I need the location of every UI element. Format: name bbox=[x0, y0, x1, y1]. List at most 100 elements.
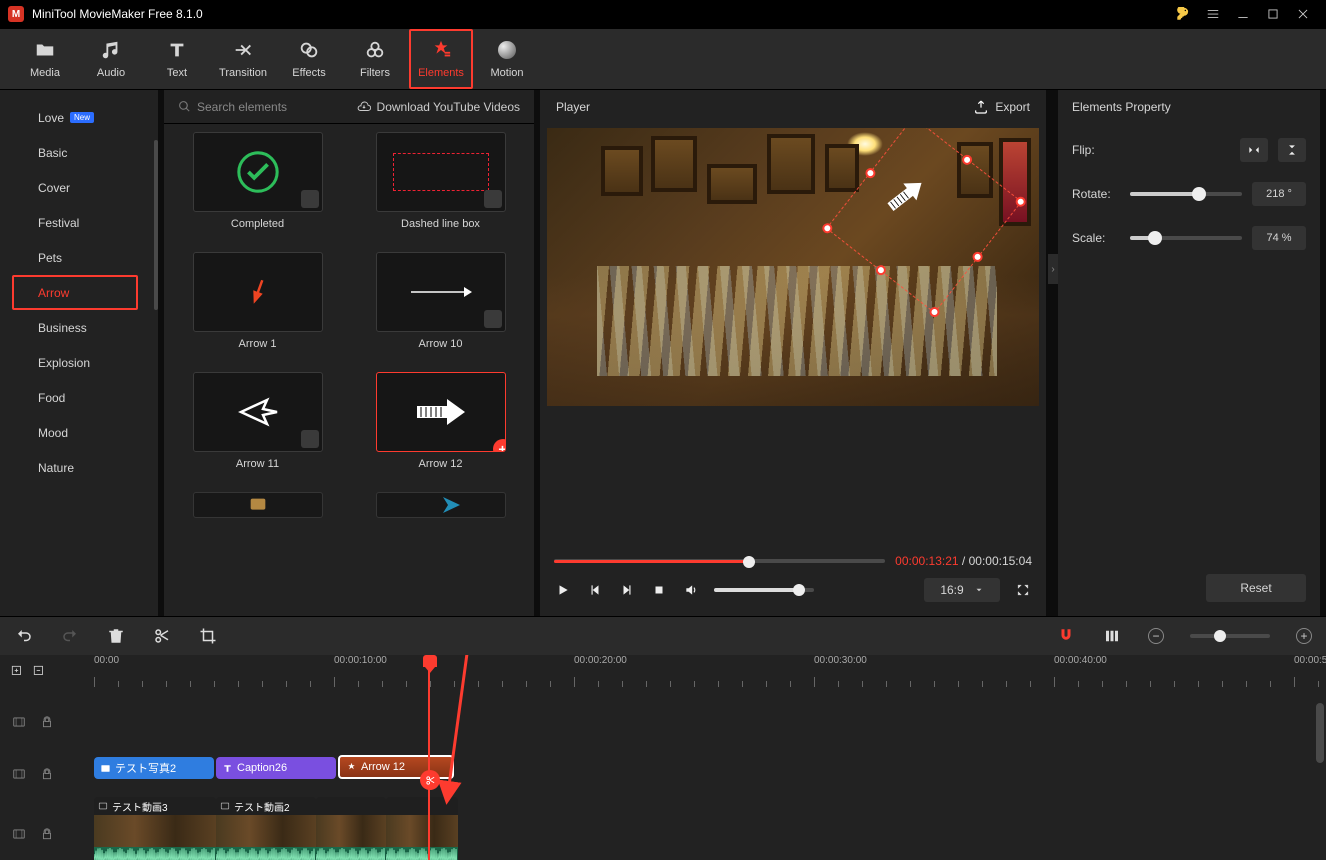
download-icon[interactable] bbox=[484, 190, 502, 208]
scale-slider[interactable] bbox=[1130, 236, 1242, 240]
video-clip[interactable] bbox=[386, 797, 458, 860]
download-icon[interactable] bbox=[484, 310, 502, 328]
prev-frame-button[interactable] bbox=[586, 581, 604, 599]
clip-image[interactable]: テスト写真2 bbox=[94, 757, 214, 779]
play-button[interactable] bbox=[554, 581, 572, 599]
star-icon bbox=[346, 762, 357, 773]
tab-filters-label: Filters bbox=[360, 67, 390, 79]
rotate-value[interactable]: 218 ° bbox=[1252, 182, 1306, 206]
video-clip[interactable] bbox=[316, 797, 386, 860]
menu-icon[interactable] bbox=[1198, 0, 1228, 28]
tab-media[interactable]: Media bbox=[13, 29, 77, 89]
search-input[interactable]: Search elements bbox=[178, 100, 328, 114]
volume-slider[interactable] bbox=[714, 588, 814, 592]
element-arrow-10[interactable]: Arrow 10 bbox=[361, 252, 520, 368]
playhead[interactable] bbox=[428, 655, 430, 860]
seek-bar[interactable]: 00:00:13:21 / 00:00:15:04 bbox=[554, 552, 1032, 570]
tab-transition[interactable]: Transition bbox=[211, 29, 275, 89]
flip-vertical-button[interactable] bbox=[1278, 138, 1306, 162]
tab-transition-label: Transition bbox=[219, 67, 267, 79]
text-icon bbox=[222, 763, 233, 774]
panel-collapse-icon[interactable]: › bbox=[1048, 254, 1058, 284]
element-dashed-box[interactable]: Dashed line box bbox=[361, 132, 520, 248]
element-completed[interactable]: Completed bbox=[178, 132, 337, 248]
cat-nature[interactable]: Nature bbox=[12, 450, 138, 485]
add-marker-out-button[interactable] bbox=[32, 664, 46, 683]
scale-value[interactable]: 74 % bbox=[1252, 226, 1306, 250]
add-element-button[interactable]: + bbox=[493, 439, 506, 452]
video-track[interactable]: テスト動画3テスト動画2 bbox=[94, 795, 1326, 860]
download-icon[interactable] bbox=[301, 190, 319, 208]
stop-button[interactable] bbox=[650, 581, 668, 599]
close-button[interactable] bbox=[1288, 0, 1318, 28]
app-title: MiniTool MovieMaker Free 8.1.0 bbox=[32, 7, 203, 21]
zoom-out-button[interactable]: − bbox=[1148, 628, 1164, 644]
cat-love[interactable]: LoveNew bbox=[12, 100, 138, 135]
add-marker-in-button[interactable] bbox=[10, 664, 24, 683]
track-visibility-button[interactable] bbox=[1102, 626, 1122, 646]
undo-button[interactable] bbox=[14, 626, 34, 646]
cat-pets[interactable]: Pets bbox=[12, 240, 138, 275]
timeline-ruler[interactable]: 00:0000:00:10:0000:00:20:0000:00:30:0000… bbox=[94, 655, 1326, 691]
maximize-button[interactable] bbox=[1258, 0, 1288, 28]
snap-toggle[interactable] bbox=[1056, 626, 1076, 646]
download-youtube-link[interactable]: Download YouTube Videos bbox=[338, 100, 520, 114]
element-arrow-12[interactable]: + Arrow 12 bbox=[361, 372, 520, 488]
split-button[interactable] bbox=[152, 626, 172, 646]
zoom-in-button[interactable]: + bbox=[1296, 628, 1312, 644]
aspect-ratio-select[interactable]: 16:9 bbox=[924, 578, 1000, 602]
delete-button[interactable] bbox=[106, 626, 126, 646]
download-icon[interactable] bbox=[301, 430, 319, 448]
crop-button[interactable] bbox=[198, 626, 218, 646]
volume-icon[interactable] bbox=[682, 581, 700, 599]
lock-icon[interactable] bbox=[40, 767, 54, 781]
flip-horizontal-button[interactable] bbox=[1240, 138, 1268, 162]
export-button[interactable]: Export bbox=[973, 99, 1030, 115]
minimize-button[interactable] bbox=[1228, 0, 1258, 28]
track-headers bbox=[0, 655, 94, 860]
video-preview[interactable] bbox=[547, 128, 1039, 406]
cat-basic[interactable]: Basic bbox=[12, 135, 138, 170]
tab-audio[interactable]: Audio bbox=[79, 29, 143, 89]
tab-filters[interactable]: Filters bbox=[343, 29, 407, 89]
overlay-track-2[interactable]: テスト写真2 Caption26 Arrow 12 bbox=[94, 753, 1326, 795]
element-arrow-11[interactable]: Arrow 11 bbox=[178, 372, 337, 488]
main-toolbar: Media Audio Text Transition Effects Filt… bbox=[0, 28, 1326, 90]
video-clip[interactable]: テスト動画3 bbox=[94, 797, 216, 860]
redo-button[interactable] bbox=[60, 626, 80, 646]
tab-text[interactable]: Text bbox=[145, 29, 209, 89]
fullscreen-button[interactable] bbox=[1014, 581, 1032, 599]
timeline-scrollbar[interactable] bbox=[1316, 703, 1324, 763]
zoom-slider[interactable] bbox=[1190, 634, 1270, 638]
category-scrollbar[interactable] bbox=[154, 140, 158, 310]
clip-caption[interactable]: Caption26 bbox=[216, 757, 336, 779]
cat-explosion[interactable]: Explosion bbox=[12, 345, 138, 380]
next-frame-button[interactable] bbox=[618, 581, 636, 599]
license-key-icon[interactable] bbox=[1168, 0, 1198, 28]
reset-button[interactable]: Reset bbox=[1206, 574, 1306, 602]
cloud-download-icon bbox=[357, 100, 371, 114]
time-display: 00:00:13:21 / 00:00:15:04 bbox=[895, 554, 1032, 568]
split-indicator-icon[interactable] bbox=[420, 770, 440, 790]
timeline-content[interactable]: 00:0000:00:10:0000:00:20:0000:00:30:0000… bbox=[94, 655, 1326, 860]
video-clip[interactable]: テスト動画2 bbox=[216, 797, 316, 860]
tab-motion[interactable]: Motion bbox=[475, 29, 539, 89]
overlay-track-1[interactable] bbox=[94, 691, 1326, 753]
motion-icon bbox=[498, 39, 516, 61]
tab-effects[interactable]: Effects bbox=[277, 29, 341, 89]
cat-mood[interactable]: Mood bbox=[12, 415, 138, 450]
cat-festival[interactable]: Festival bbox=[12, 205, 138, 240]
element-arrow-1[interactable]: Arrow 1 bbox=[178, 252, 337, 368]
folder-icon bbox=[34, 39, 56, 61]
cat-business[interactable]: Business bbox=[12, 310, 138, 345]
lock-icon[interactable] bbox=[40, 827, 54, 841]
rotate-slider[interactable] bbox=[1130, 192, 1242, 196]
tab-audio-label: Audio bbox=[97, 67, 125, 79]
cat-arrow[interactable]: Arrow bbox=[12, 275, 138, 310]
tab-elements[interactable]: Elements bbox=[409, 29, 473, 89]
cat-cover[interactable]: Cover bbox=[12, 170, 138, 205]
chevron-down-icon bbox=[974, 585, 984, 595]
cat-food[interactable]: Food bbox=[12, 380, 138, 415]
music-note-icon bbox=[100, 39, 122, 61]
lock-icon[interactable] bbox=[40, 715, 54, 729]
